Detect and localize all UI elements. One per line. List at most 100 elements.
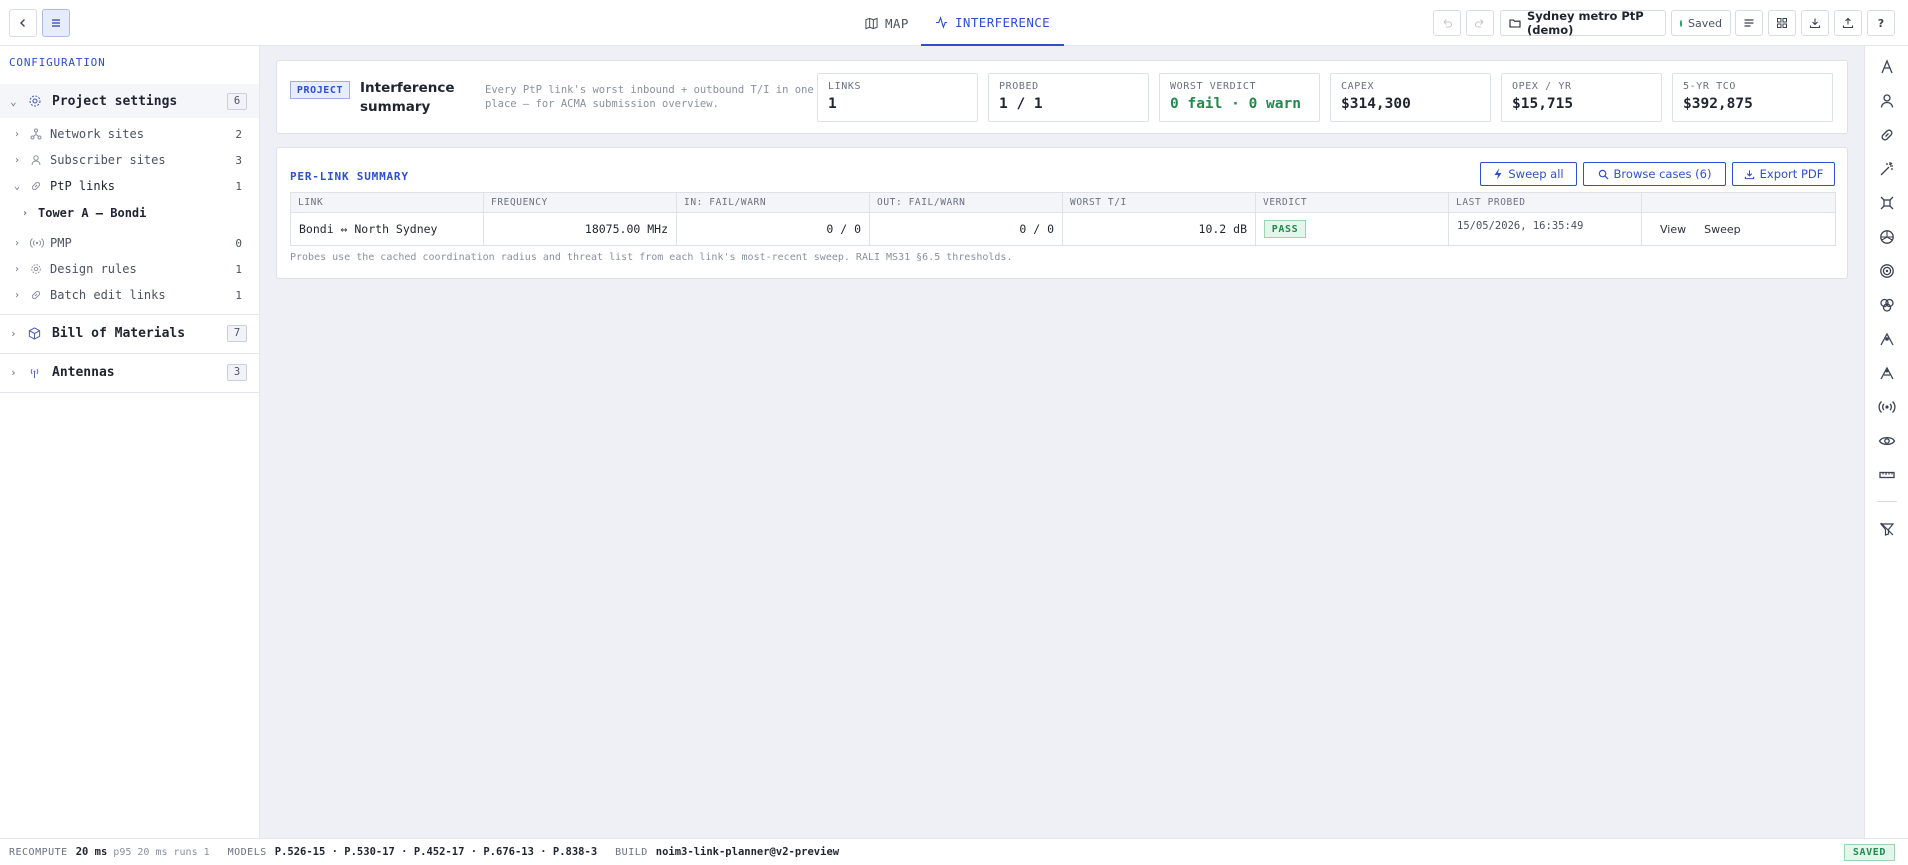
section-heading: PER-LINK SUMMARY: [290, 170, 409, 183]
project-selector[interactable]: Sydney metro PtP (demo): [1500, 9, 1666, 37]
terrain-icon[interactable]: [1878, 364, 1896, 382]
chevron-right-icon: ›: [22, 207, 29, 219]
target-icon[interactable]: [1878, 262, 1896, 280]
chevron-right-icon: ›: [14, 263, 21, 275]
sweep-all-label: Sweep all: [1508, 167, 1564, 181]
stat-label: WORST VERDICT: [1170, 81, 1257, 92]
sidebar-item-design-rules[interactable]: › Design rules 1: [0, 256, 259, 282]
sidebar-item-label: PMP: [50, 236, 72, 250]
stat-value: $314,300: [1341, 96, 1411, 112]
recompute-value: 20 ms: [75, 846, 108, 858]
tab-map[interactable]: MAP: [865, 0, 909, 46]
package-icon: [28, 327, 44, 340]
cell-actions: View Sweep: [1642, 213, 1835, 245]
build-label: BUILD: [615, 846, 648, 858]
grid-view-button[interactable]: [1768, 10, 1796, 36]
help-button[interactable]: ?: [1867, 10, 1895, 36]
cell-worst-ti: 10.2 dB: [1063, 213, 1256, 245]
recompute-detail: p95 20 ms runs 1: [113, 846, 210, 858]
radiation-pattern-icon[interactable]: [1878, 296, 1896, 314]
sidebar-item-pmp[interactable]: › PMP 0: [0, 230, 259, 256]
map-icon: [865, 17, 878, 30]
sidebar-item-subscriber-sites[interactable]: › Subscriber sites 3: [0, 147, 259, 173]
sidebar-subitem-tower-a-bondi[interactable]: › Tower A — Bondi: [0, 200, 259, 226]
sidebar-item-label: Batch edit links: [50, 288, 166, 302]
pen-tool-icon[interactable]: [1878, 58, 1896, 76]
view-link[interactable]: View: [1660, 223, 1686, 236]
redo-icon: [1474, 17, 1486, 29]
column-header: OUT: FAIL/WARN: [870, 193, 1063, 213]
section-bill-of-materials[interactable]: › Bill of Materials 7: [0, 315, 259, 352]
menu-icon: [50, 17, 62, 29]
download-button[interactable]: [1801, 10, 1829, 36]
cell-in-fail-warn: 0 / 0: [677, 213, 870, 245]
stat-label: LINKS: [828, 81, 862, 92]
stat-value: $15,715: [1512, 96, 1574, 112]
link-icon[interactable]: [1878, 126, 1896, 144]
path-profile-icon[interactable]: [1878, 330, 1896, 348]
project-tag: PROJECT: [290, 81, 350, 99]
sidebar-toggle-button[interactable]: [42, 9, 70, 37]
column-header: WORST T/I: [1063, 193, 1256, 213]
aperture-icon[interactable]: [1878, 228, 1896, 246]
sidebar-item-count: 1: [235, 288, 242, 302]
gear-icon: [28, 94, 44, 108]
user-icon[interactable]: [1878, 92, 1896, 110]
list-view-button[interactable]: [1735, 10, 1763, 36]
sidebar-item-network-sites[interactable]: › Network sites 2: [0, 121, 259, 147]
rail-divider: [1877, 501, 1897, 502]
download-icon: [1744, 169, 1755, 180]
saved-dot-icon: [1680, 19, 1683, 27]
magic-wand-icon[interactable]: [1878, 160, 1896, 178]
saved-label: Saved: [1688, 16, 1722, 30]
table-row[interactable]: Bondi ↔ North Sydney 18075.00 MHz 0 / 0 …: [291, 213, 1835, 245]
chevron-right-icon: ›: [14, 128, 21, 140]
cell-last-probed: 15/05/2026, 16:35:49: [1449, 213, 1642, 245]
network-icon[interactable]: [1878, 194, 1896, 212]
stat-label: 5-YR TCO: [1683, 81, 1736, 92]
upload-button[interactable]: [1834, 10, 1862, 36]
section-antennas[interactable]: › Antennas 3: [0, 354, 259, 391]
ruler-icon[interactable]: [1878, 466, 1896, 484]
clear-filter-icon[interactable]: [1878, 520, 1896, 538]
undo-button[interactable]: [1433, 10, 1461, 36]
export-pdf-button[interactable]: Export PDF: [1732, 162, 1835, 186]
sweep-all-button[interactable]: Sweep all: [1480, 162, 1577, 186]
section-project-settings-label: Project settings: [52, 93, 178, 109]
sweep-link[interactable]: Sweep: [1704, 223, 1741, 236]
browse-cases-button[interactable]: Browse cases (6): [1583, 162, 1726, 186]
stat-tco: 5-YR TCO $392,875: [1672, 73, 1833, 122]
stat-label: OPEX / YR: [1512, 81, 1572, 92]
sidebar-item-count: 1: [235, 262, 242, 276]
sidebar-item-count: 0: [235, 236, 242, 250]
section-project-settings[interactable]: ⌄ Project settings 6: [0, 84, 259, 118]
top-bar: MAP INTERFERENCE Sydney metro PtP (demo)…: [0, 0, 1908, 46]
back-button[interactable]: [9, 9, 37, 37]
eye-icon[interactable]: [1878, 432, 1896, 450]
status-badge: PASS: [1264, 220, 1306, 238]
chevron-left-icon: [17, 17, 29, 29]
section-antennas-label: Antennas: [52, 365, 115, 380]
main-content: PROJECT Interference summary Every PtP l…: [260, 46, 1864, 838]
column-header: FREQUENCY: [484, 193, 677, 213]
build-value: noim3-link-planner@v2-preview: [655, 846, 840, 858]
upload-icon: [1842, 17, 1854, 29]
section-count-badge: 7: [227, 325, 247, 342]
redo-button[interactable]: [1466, 10, 1494, 36]
undo-icon: [1441, 17, 1453, 29]
chevron-down-icon: ⌄: [10, 94, 17, 108]
activity-icon: [935, 15, 948, 29]
grid-icon: [1776, 17, 1788, 29]
sidebar-item-count: 1: [235, 179, 242, 193]
search-icon: [1598, 169, 1609, 180]
column-header: IN: FAIL/WARN: [677, 193, 870, 213]
tab-interference[interactable]: INTERFERENCE: [921, 0, 1065, 46]
sidebar-subitem-label: Tower A — Bondi: [38, 206, 147, 220]
sidebar-item-ptp-links[interactable]: ⌄ PtP links 1: [0, 173, 259, 199]
project-description: Every PtP link's worst inbound + outboun…: [485, 84, 814, 110]
help-icon: ?: [1877, 16, 1885, 30]
chevron-right-icon: ›: [10, 366, 17, 379]
list-icon: [1743, 17, 1755, 29]
sidebar-item-batch-edit-links[interactable]: › Batch edit links 1: [0, 282, 259, 308]
broadcast-icon[interactable]: [1878, 398, 1896, 416]
